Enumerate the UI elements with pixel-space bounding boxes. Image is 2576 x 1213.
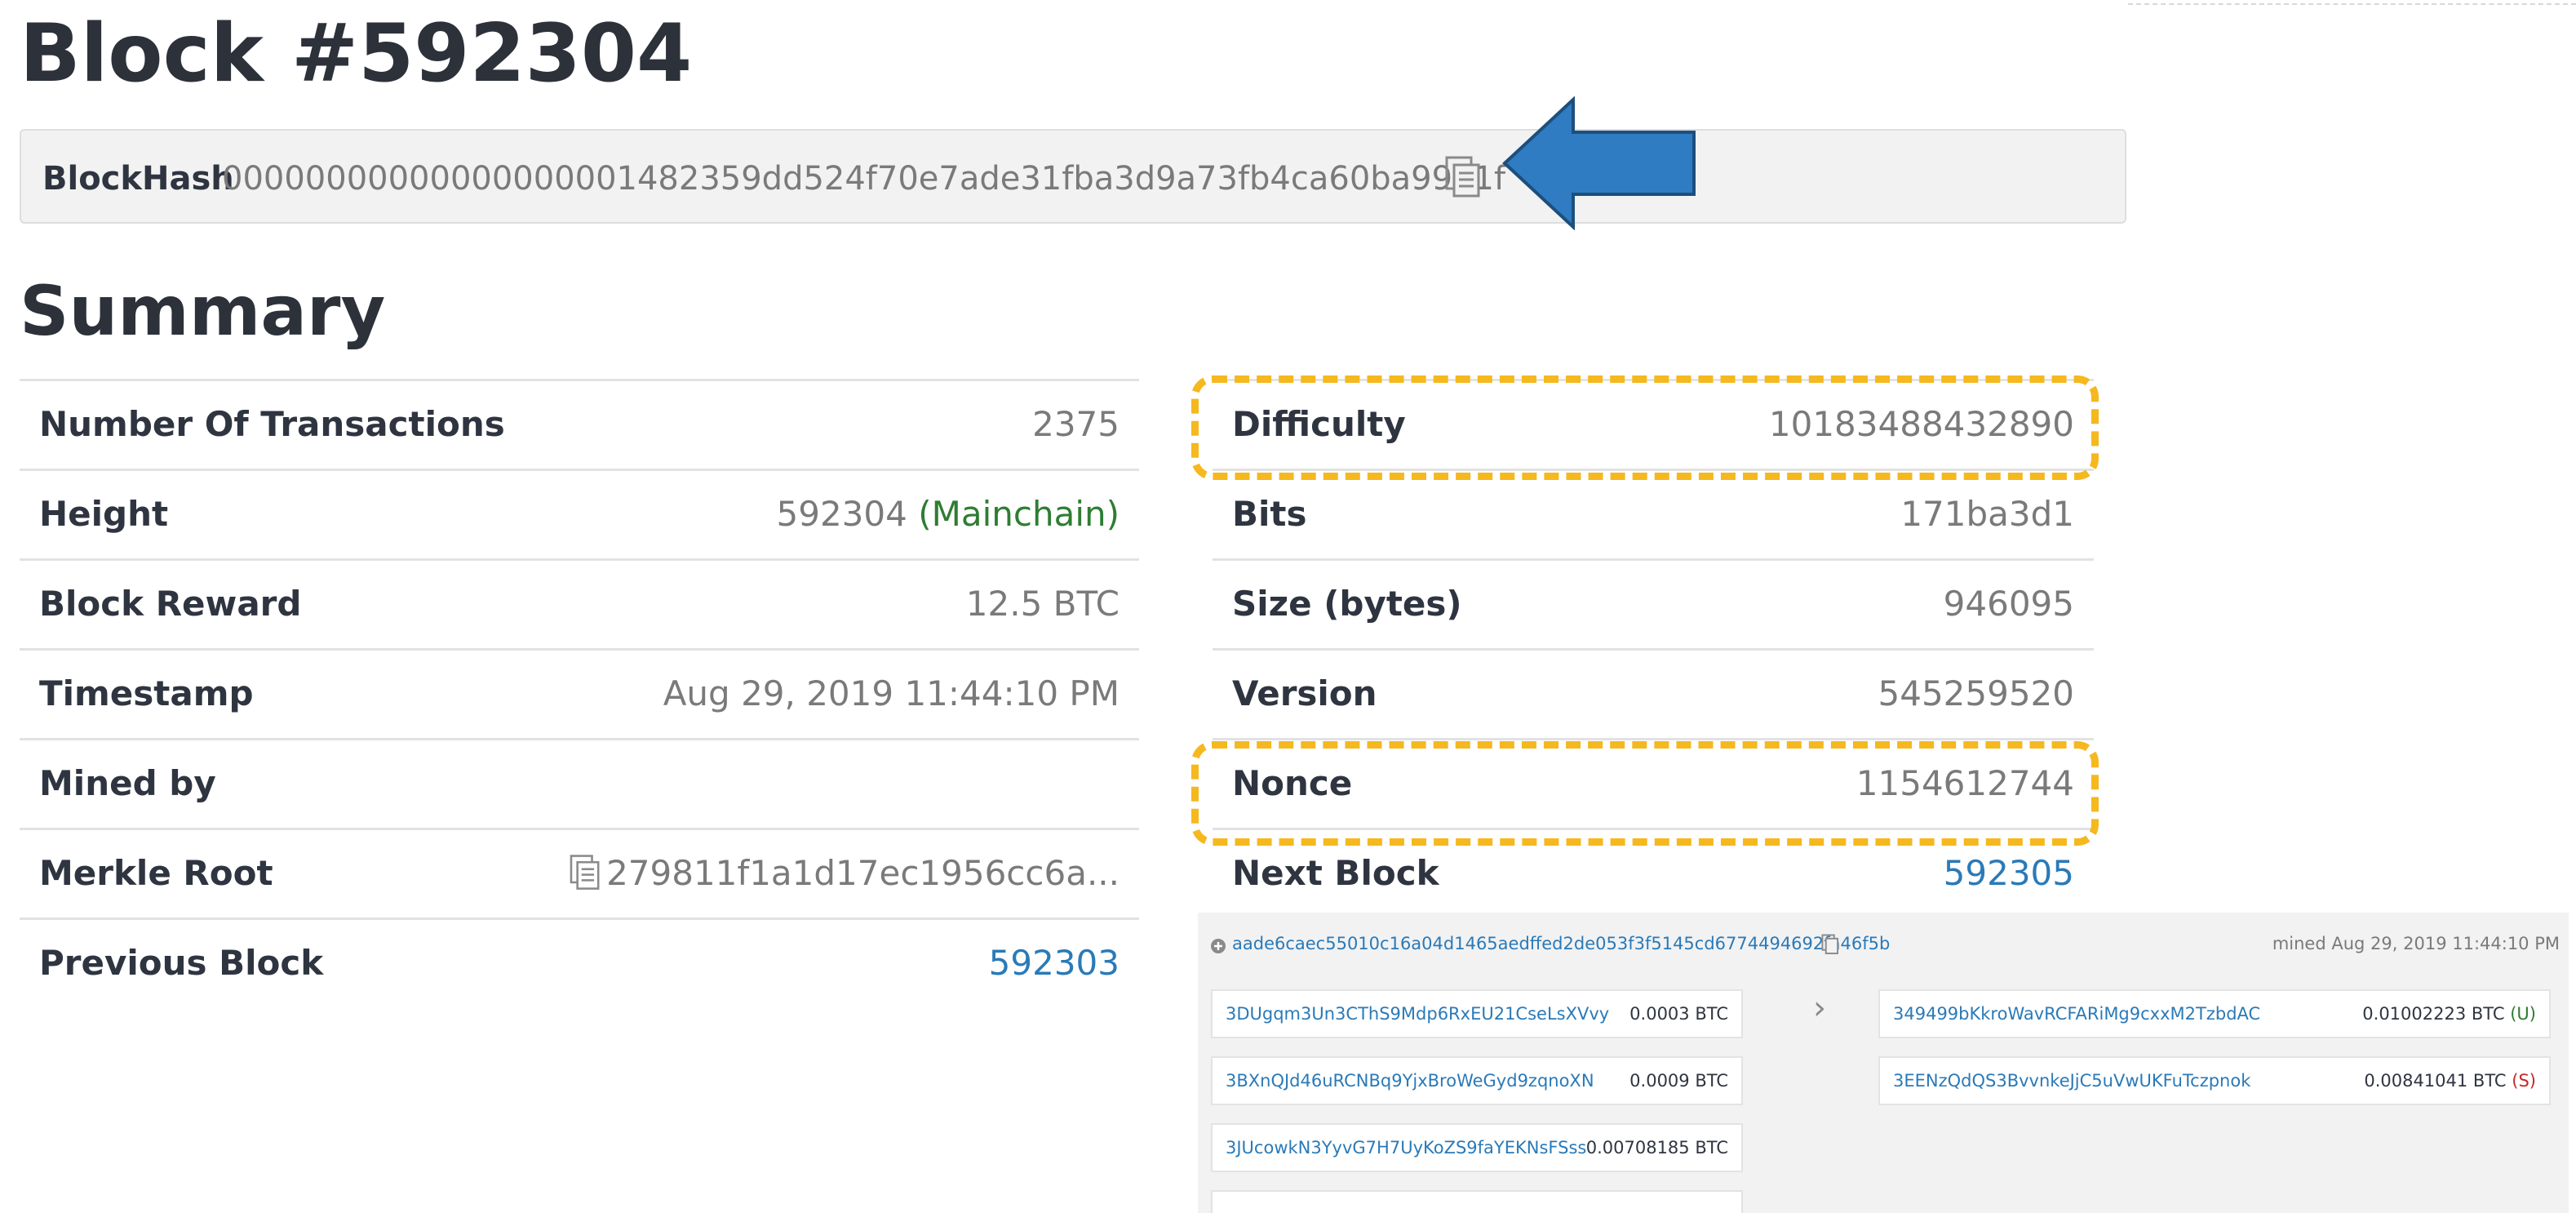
output-flag: (U) (2510, 1004, 2536, 1024)
height-value: 592304 (776, 494, 907, 534)
row-value: 171ba3d1 (1900, 494, 2074, 534)
row-value: 12.5 BTC (965, 584, 1120, 624)
next-block-link[interactable]: 592305 (1944, 853, 2074, 893)
row-timestamp: Timestamp Aug 29, 2019 11:44:10 PM (20, 648, 1139, 738)
blockhash-value: 00000000000000000001482359dd524f70e7ade3… (222, 160, 1506, 198)
row-bits: Bits 171ba3d1 (1213, 469, 2094, 558)
top-divider (2128, 3, 2576, 5)
nonce-highlight (1191, 741, 2099, 846)
copy-icon[interactable] (1444, 155, 1482, 199)
transaction-hash-link[interactable]: aade6caec55010c16a04d1465aedffed2de053f3… (1232, 934, 1890, 953)
copy-icon[interactable] (569, 854, 601, 891)
previous-block-link[interactable]: 592303 (989, 943, 1120, 983)
blockhash-label: BlockHash (42, 160, 234, 198)
tx-input: 3DUgqm3Un3CThS9Mdp6RxEU21CseLsXVvy 0.000… (1211, 989, 1743, 1038)
chevron-right-icon: › (1813, 989, 1826, 1027)
input-amount: 0.0009 BTC (1629, 1071, 1728, 1091)
row-height: Height 592304 (Mainchain) (20, 469, 1139, 558)
row-label: Number Of Transactions (39, 404, 505, 444)
row-label: Previous Block (39, 943, 324, 983)
row-value: 2375 (1032, 404, 1120, 444)
tx-input: 3BXnQJd46uRCNBq9YjxBroWeGyd9zqnoXN 0.000… (1211, 1056, 1743, 1105)
transaction-mined-time: mined Aug 29, 2019 11:44:10 PM (2272, 934, 2560, 953)
tx-output: 3EENzQdQS3BvvnkeJjC5uVwUKFuTczpnok 0.008… (1878, 1056, 2551, 1105)
row-value: Aug 29, 2019 11:44:10 PM (663, 673, 1120, 713)
output-amount: 0.00841041 BTC (S) (2364, 1071, 2536, 1091)
row-label: Bits (1232, 494, 1307, 534)
row-value: 279811f1a1d17ec1956cc6a... (569, 853, 1120, 893)
row-value: 545259520 (1878, 673, 2075, 713)
output-flag: (S) (2512, 1071, 2536, 1091)
row-number-of-transactions: Number Of Transactions 2375 (20, 379, 1139, 469)
row-label: Mined by (39, 763, 216, 803)
row-label: Block Reward (39, 584, 302, 624)
merkle-root-value: 279811f1a1d17ec1956cc6a... (606, 853, 1120, 893)
input-amount: 0.00708185 BTC (1585, 1138, 1728, 1157)
input-amount: 0.0003 BTC (1629, 1004, 1728, 1024)
input-address-link[interactable]: 3BXnQJd46uRCNBq9YjxBroWeGyd9zqnoXN (1226, 1071, 1594, 1091)
row-label: Version (1232, 673, 1377, 713)
input-address-link[interactable]: 3DUgqm3Un3CThS9Mdp6RxEU21CseLsXVvy (1226, 1004, 1609, 1024)
output-address-link[interactable]: 3EENzQdQS3BvvnkeJjC5uVwUKFuTczpnok (1893, 1071, 2250, 1091)
tx-output: 349499bKkroWavRCFARiMg9cxxM2TzbdAC 0.010… (1878, 989, 2551, 1038)
row-previous-block: Previous Block 592303 (20, 918, 1139, 1007)
summary-title: Summary (20, 271, 386, 351)
row-value: 946095 (1943, 584, 2074, 624)
row-value: 592304 (Mainchain) (777, 494, 1120, 534)
difficulty-highlight (1191, 375, 2099, 480)
output-amount-value: 0.01002223 BTC (2362, 1004, 2505, 1024)
row-label: Size (bytes) (1232, 584, 1462, 624)
tx-input (1211, 1190, 1743, 1213)
mainchain-label: (Mainchain) (918, 494, 1120, 534)
output-amount-value: 0.00841041 BTC (2364, 1071, 2507, 1091)
output-amount: 0.01002223 BTC (U) (2362, 1004, 2536, 1024)
input-address-link[interactable]: 3JUcowkN3YyvG7H7UyKoZS9faYEKNsFSss (1226, 1138, 1586, 1157)
row-label: Next Block (1232, 853, 1439, 893)
row-label: Height (39, 494, 169, 534)
transaction-panel: 3DUgqm3Un3CThS9Mdp6RxEU21CseLsXVvy 0.000… (1198, 913, 2569, 1213)
row-block-reward: Block Reward 12.5 BTC (20, 558, 1139, 648)
row-label: Timestamp (39, 673, 254, 713)
circle-plus-icon[interactable] (1209, 937, 1227, 955)
tx-input: 3JUcowkN3YyvG7H7UyKoZS9faYEKNsFSss 0.007… (1211, 1123, 1743, 1172)
page-title: Block #592304 (20, 7, 693, 100)
row-mined-by: Mined by (20, 738, 1139, 828)
arrow-left-icon (1502, 96, 1696, 230)
row-version: Version 545259520 (1213, 648, 2094, 738)
row-merkle-root: Merkle Root 279811f1a1d17ec1956cc6a... (20, 828, 1139, 918)
output-address-link[interactable]: 349499bKkroWavRCFARiMg9cxxM2TzbdAC (1893, 1004, 2260, 1024)
row-label: Merkle Root (39, 853, 273, 893)
row-size: Size (bytes) 946095 (1213, 558, 2094, 648)
copy-icon[interactable] (1821, 934, 1839, 955)
